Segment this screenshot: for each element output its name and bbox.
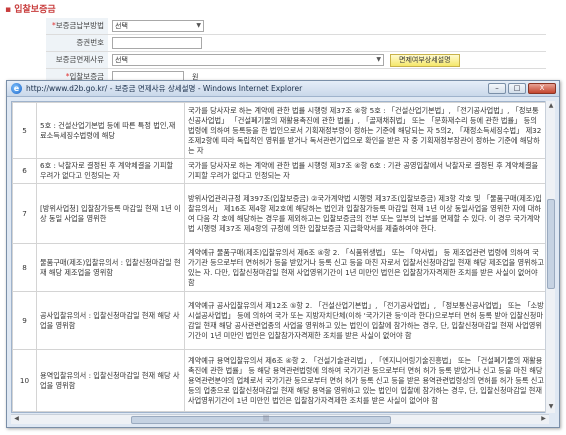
exemption-detail-button[interactable]: 면제여부상세설명 <box>390 53 460 67</box>
row-number: 5 <box>12 102 37 159</box>
payment-method-label: *보증금납부방법 <box>46 18 108 34</box>
popup-title: http://www.d2b.go.kr/ - 보증금 면제사유 상세설명 - … <box>26 84 303 93</box>
scroll-down-icon[interactable]: ▼ <box>547 403 555 412</box>
row-number: 7 <box>12 183 37 244</box>
exemption-reason-select[interactable]: 선택 ▼ <box>112 54 384 66</box>
exemption-description: 국가를 당사자로 하는 계약에 관한 법률 시행령 제37조 ④항 5호 : 「… <box>184 102 548 159</box>
exemption-description: 계약예규 물품구매(제조)입찰유의서 제6조 ④항 2. 「식품위생법」 또는 … <box>184 243 548 292</box>
exemption-condition: 물품구매(제조)입찰유의서 : 입찰신청마감일 현재 해당 제조업을 영위함 <box>36 243 185 292</box>
certificate-number-label: 증권번호 <box>46 35 108 51</box>
form-row-certificate-number: 증권번호 <box>46 35 546 52</box>
exemption-description: 계약예규 공사입찰유의서 제12조 ⑤항 2. 「건설산업기본법」, 「전기공사… <box>184 291 548 350</box>
exemption-condition: [방위사업청] 입찰참가등록 마감일 현재 1년 이상 동일 사업을 영위한 <box>36 183 185 244</box>
maximize-button[interactable]: □ <box>508 83 526 94</box>
scroll-right-icon[interactable]: ▶ <box>539 415 548 424</box>
scroll-up-icon[interactable]: ▲ <box>547 102 555 111</box>
minimize-button[interactable]: – <box>488 83 506 94</box>
vertical-scrollbar[interactable]: ▲ ▼ <box>545 101 555 413</box>
horizontal-scroll-thumb[interactable] <box>131 416 391 424</box>
scroll-left-icon[interactable]: ◀ <box>12 415 21 424</box>
vertical-scroll-thumb[interactable] <box>547 199 555 289</box>
close-button[interactable]: X <box>528 83 556 94</box>
dropdown-arrow-icon: ▼ <box>196 22 201 29</box>
table-row: 5 5호 : 건설산업기본법 등에 따른 특정 법인,재료소득세징수법령에 해당… <box>12 102 548 159</box>
exemption-condition: 용역입찰유의서 : 입찰신청마감일 현재 해당 사업을 영위함 <box>36 349 185 412</box>
certificate-number-input[interactable] <box>112 37 202 49</box>
popup-titlebar[interactable]: e http://www.d2b.go.kr/ - 보증금 면제사유 상세설명 … <box>7 81 559 97</box>
table-row: 7 [방위사업청] 입찰참가등록 마감일 현재 1년 이상 동일 사업을 영위한… <box>12 183 548 244</box>
exemption-reason-label: 보증금면제사유 <box>46 52 108 68</box>
form-row-payment-method: *보증금납부방법 선택 ▼ <box>46 18 546 35</box>
grip-icon: ||| <box>263 415 270 422</box>
exemption-description: 방위사업관리규정 제397조(입찰보증금) ②국가계약법 시행령 제37조(입찰… <box>184 183 548 244</box>
table-row: 8 물품구매(제조)입찰유의서 : 입찰신청마감일 현재 해당 제조업을 영위함… <box>12 243 548 292</box>
exemption-detail-table: 5 5호 : 건설산업기본법 등에 따른 특정 법인,재료소득세징수법령에 해당… <box>12 102 548 412</box>
ie-icon: e <box>11 83 22 94</box>
exemption-description: 계약예규 용역입찰유의서 제6조 ④항 2. 「건설기술관리법」, 「엔지니어링… <box>184 349 548 412</box>
exemption-condition: 5호 : 건설산업기본법 등에 따른 특정 법인,재료소득세징수법령에 해당 <box>36 102 185 159</box>
bid-deposit-form: *보증금납부방법 선택 ▼ 증권번호 보증금면제사유 선택 ▼ 면제여부상세설명 *… <box>46 18 546 86</box>
table-row: 9 공사입찰유의서 : 입찰신청마감일 현재 해당 사업을 영위함 계약예규 공… <box>12 291 548 350</box>
row-number: 8 <box>12 243 37 292</box>
exemption-description: 국가를 당사자로 하는 계약에 관한 법률 시행령 제37조 ④항 6호 : 기… <box>184 158 548 184</box>
table-row: 10 용역입찰유의서 : 입찰신청마감일 현재 해당 사업을 영위함 계약예규 … <box>12 349 548 412</box>
form-row-exemption-reason: 보증금면제사유 선택 ▼ 면제여부상세설명 <box>46 52 546 69</box>
payment-method-select[interactable]: 선택 ▼ <box>112 20 204 32</box>
dropdown-arrow-icon: ▼ <box>376 56 381 63</box>
popup-content: 5 5호 : 건설산업기본법 등에 따른 특정 법인,재료소득세징수법령에 해당… <box>11 101 549 413</box>
section-title: ▪ 입찰보증금 <box>5 5 56 15</box>
row-number: 6 <box>12 158 37 184</box>
exemption-condition: 6호 : 낙찰자로 결정된 후 계약체결을 기피할 우려가 없다고 인정되는 자 <box>36 158 185 184</box>
exemption-detail-popup: e http://www.d2b.go.kr/ - 보증금 면제사유 상세설명 … <box>6 80 560 428</box>
row-number: 9 <box>12 291 37 350</box>
table-row: 6 6호 : 낙찰자로 결정된 후 계약체결을 기피할 우려가 없다고 인정되는… <box>12 158 548 184</box>
row-number: 10 <box>12 349 37 412</box>
horizontal-scrollbar[interactable]: ◀ ||| ▶ <box>11 414 549 424</box>
exemption-condition: 공사입찰유의서 : 입찰신청마감일 현재 해당 사업을 영위함 <box>36 291 185 350</box>
